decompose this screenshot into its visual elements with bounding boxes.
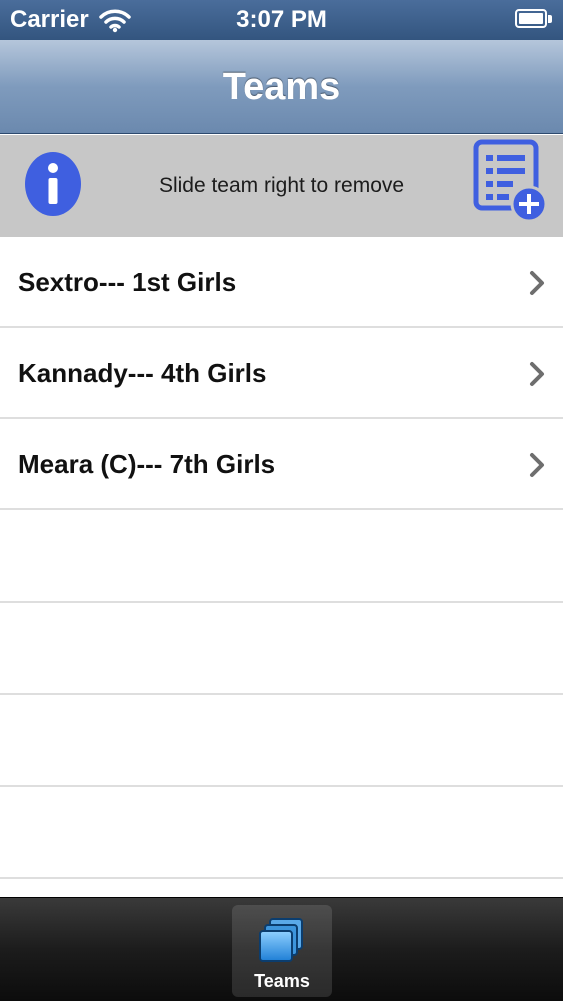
empty-row bbox=[0, 603, 563, 695]
wifi-icon bbox=[98, 9, 131, 33]
chevron-right-icon bbox=[530, 453, 544, 477]
page-title: Teams bbox=[222, 66, 341, 108]
empty-row bbox=[0, 787, 563, 879]
add-team-button[interactable] bbox=[472, 138, 548, 224]
empty-row bbox=[0, 511, 563, 603]
team-name: Kannady--- 4th Girls bbox=[18, 358, 267, 388]
team-list: Sextro--- 1st Girls Kannady--- 4th Girls… bbox=[0, 237, 563, 510]
team-row[interactable]: Meara (C)--- 7th Girls bbox=[0, 419, 563, 510]
add-list-icon bbox=[473, 139, 548, 223]
team-name: Sextro--- 1st Girls bbox=[18, 267, 237, 297]
team-row[interactable]: Sextro--- 1st Girls bbox=[0, 237, 563, 328]
status-bar: Carrier 3:07 PM bbox=[0, 0, 563, 40]
teams-stack-icon bbox=[259, 918, 303, 962]
navigation-bar: Teams bbox=[0, 40, 563, 134]
battery-icon bbox=[515, 9, 555, 30]
tab-label: Teams bbox=[254, 971, 310, 991]
tab-teams[interactable]: Teams bbox=[232, 905, 332, 997]
team-name: Meara (C)--- 7th Girls bbox=[18, 449, 276, 479]
empty-list-area bbox=[0, 511, 563, 879]
carrier-label: Carrier bbox=[10, 6, 89, 33]
chevron-right-icon bbox=[530, 362, 544, 386]
team-row[interactable]: Kannady--- 4th Girls bbox=[0, 328, 563, 419]
chevron-right-icon bbox=[530, 271, 544, 295]
status-left: Carrier bbox=[10, 6, 210, 34]
empty-row bbox=[0, 695, 563, 787]
